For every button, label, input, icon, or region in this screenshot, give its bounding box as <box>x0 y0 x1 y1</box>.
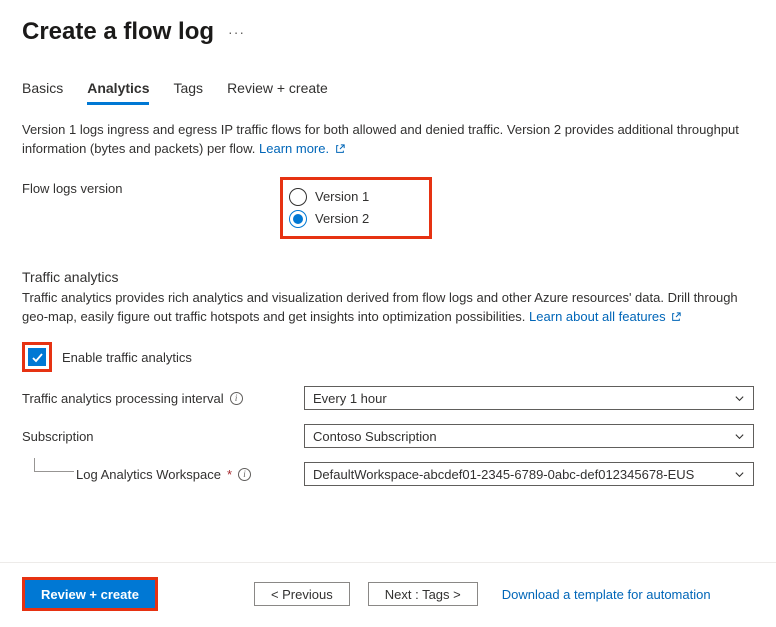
learn-features-link[interactable]: Learn about all features <box>529 309 681 324</box>
external-link-icon <box>335 144 345 154</box>
subscription-value: Contoso Subscription <box>313 429 437 444</box>
chevron-down-icon <box>734 431 745 442</box>
radio-version-1-label: Version 1 <box>315 189 369 204</box>
traffic-analytics-title: Traffic analytics <box>22 269 754 285</box>
radio-unchecked-icon <box>289 188 307 206</box>
review-create-button[interactable]: Review + create <box>25 580 155 608</box>
subscription-select[interactable]: Contoso Subscription <box>304 424 754 448</box>
page-title: Create a flow log <box>22 18 214 46</box>
download-template-link[interactable]: Download a template for automation <box>502 587 711 602</box>
version-radio-group: Version 1 Version 2 <box>280 177 432 239</box>
learn-more-text: Learn more. <box>259 141 329 156</box>
tree-indent-icon <box>34 458 74 472</box>
more-actions-icon[interactable]: ··· <box>228 24 245 40</box>
workspace-select[interactable]: DefaultWorkspace-abcdef01-2345-6789-0abc… <box>304 462 754 486</box>
footer-bar: Review + create < Previous Next : Tags >… <box>0 562 776 627</box>
tab-tags[interactable]: Tags <box>173 80 203 105</box>
radio-version-2-label: Version 2 <box>315 211 369 226</box>
version-description: Version 1 logs ingress and egress IP tra… <box>22 121 754 159</box>
interval-value: Every 1 hour <box>313 391 387 406</box>
interval-label: Traffic analytics processing interval <box>22 391 224 406</box>
chevron-down-icon <box>734 469 745 480</box>
previous-button[interactable]: < Previous <box>254 582 350 606</box>
radio-version-1[interactable]: Version 1 <box>289 186 369 208</box>
radio-version-2[interactable]: Version 2 <box>289 208 369 230</box>
workspace-label: Log Analytics Workspace <box>76 467 221 482</box>
subscription-label: Subscription <box>22 429 94 444</box>
tab-analytics[interactable]: Analytics <box>87 80 149 105</box>
flow-logs-version-label: Flow logs version <box>22 177 280 196</box>
tab-bar: Basics Analytics Tags Review + create <box>22 80 754 105</box>
version-desc-text: Version 1 logs ingress and egress IP tra… <box>22 122 739 156</box>
checkmark-icon <box>31 351 44 364</box>
enable-traffic-analytics-label: Enable traffic analytics <box>62 350 192 365</box>
tab-basics[interactable]: Basics <box>22 80 63 105</box>
learn-more-link[interactable]: Learn more. <box>259 141 345 156</box>
next-button[interactable]: Next : Tags > <box>368 582 478 606</box>
enable-traffic-analytics-checkbox[interactable] <box>28 348 46 366</box>
required-asterisk: * <box>227 467 232 482</box>
workspace-value: DefaultWorkspace-abcdef01-2345-6789-0abc… <box>313 467 694 482</box>
info-icon[interactable]: i <box>238 468 251 481</box>
info-icon[interactable]: i <box>230 392 243 405</box>
traffic-analytics-description: Traffic analytics provides rich analytic… <box>22 289 754 327</box>
radio-checked-icon <box>289 210 307 228</box>
chevron-down-icon <box>734 393 745 404</box>
tab-review-create[interactable]: Review + create <box>227 80 328 105</box>
learn-features-text: Learn about all features <box>529 309 666 324</box>
interval-select[interactable]: Every 1 hour <box>304 386 754 410</box>
external-link-icon <box>671 312 681 322</box>
